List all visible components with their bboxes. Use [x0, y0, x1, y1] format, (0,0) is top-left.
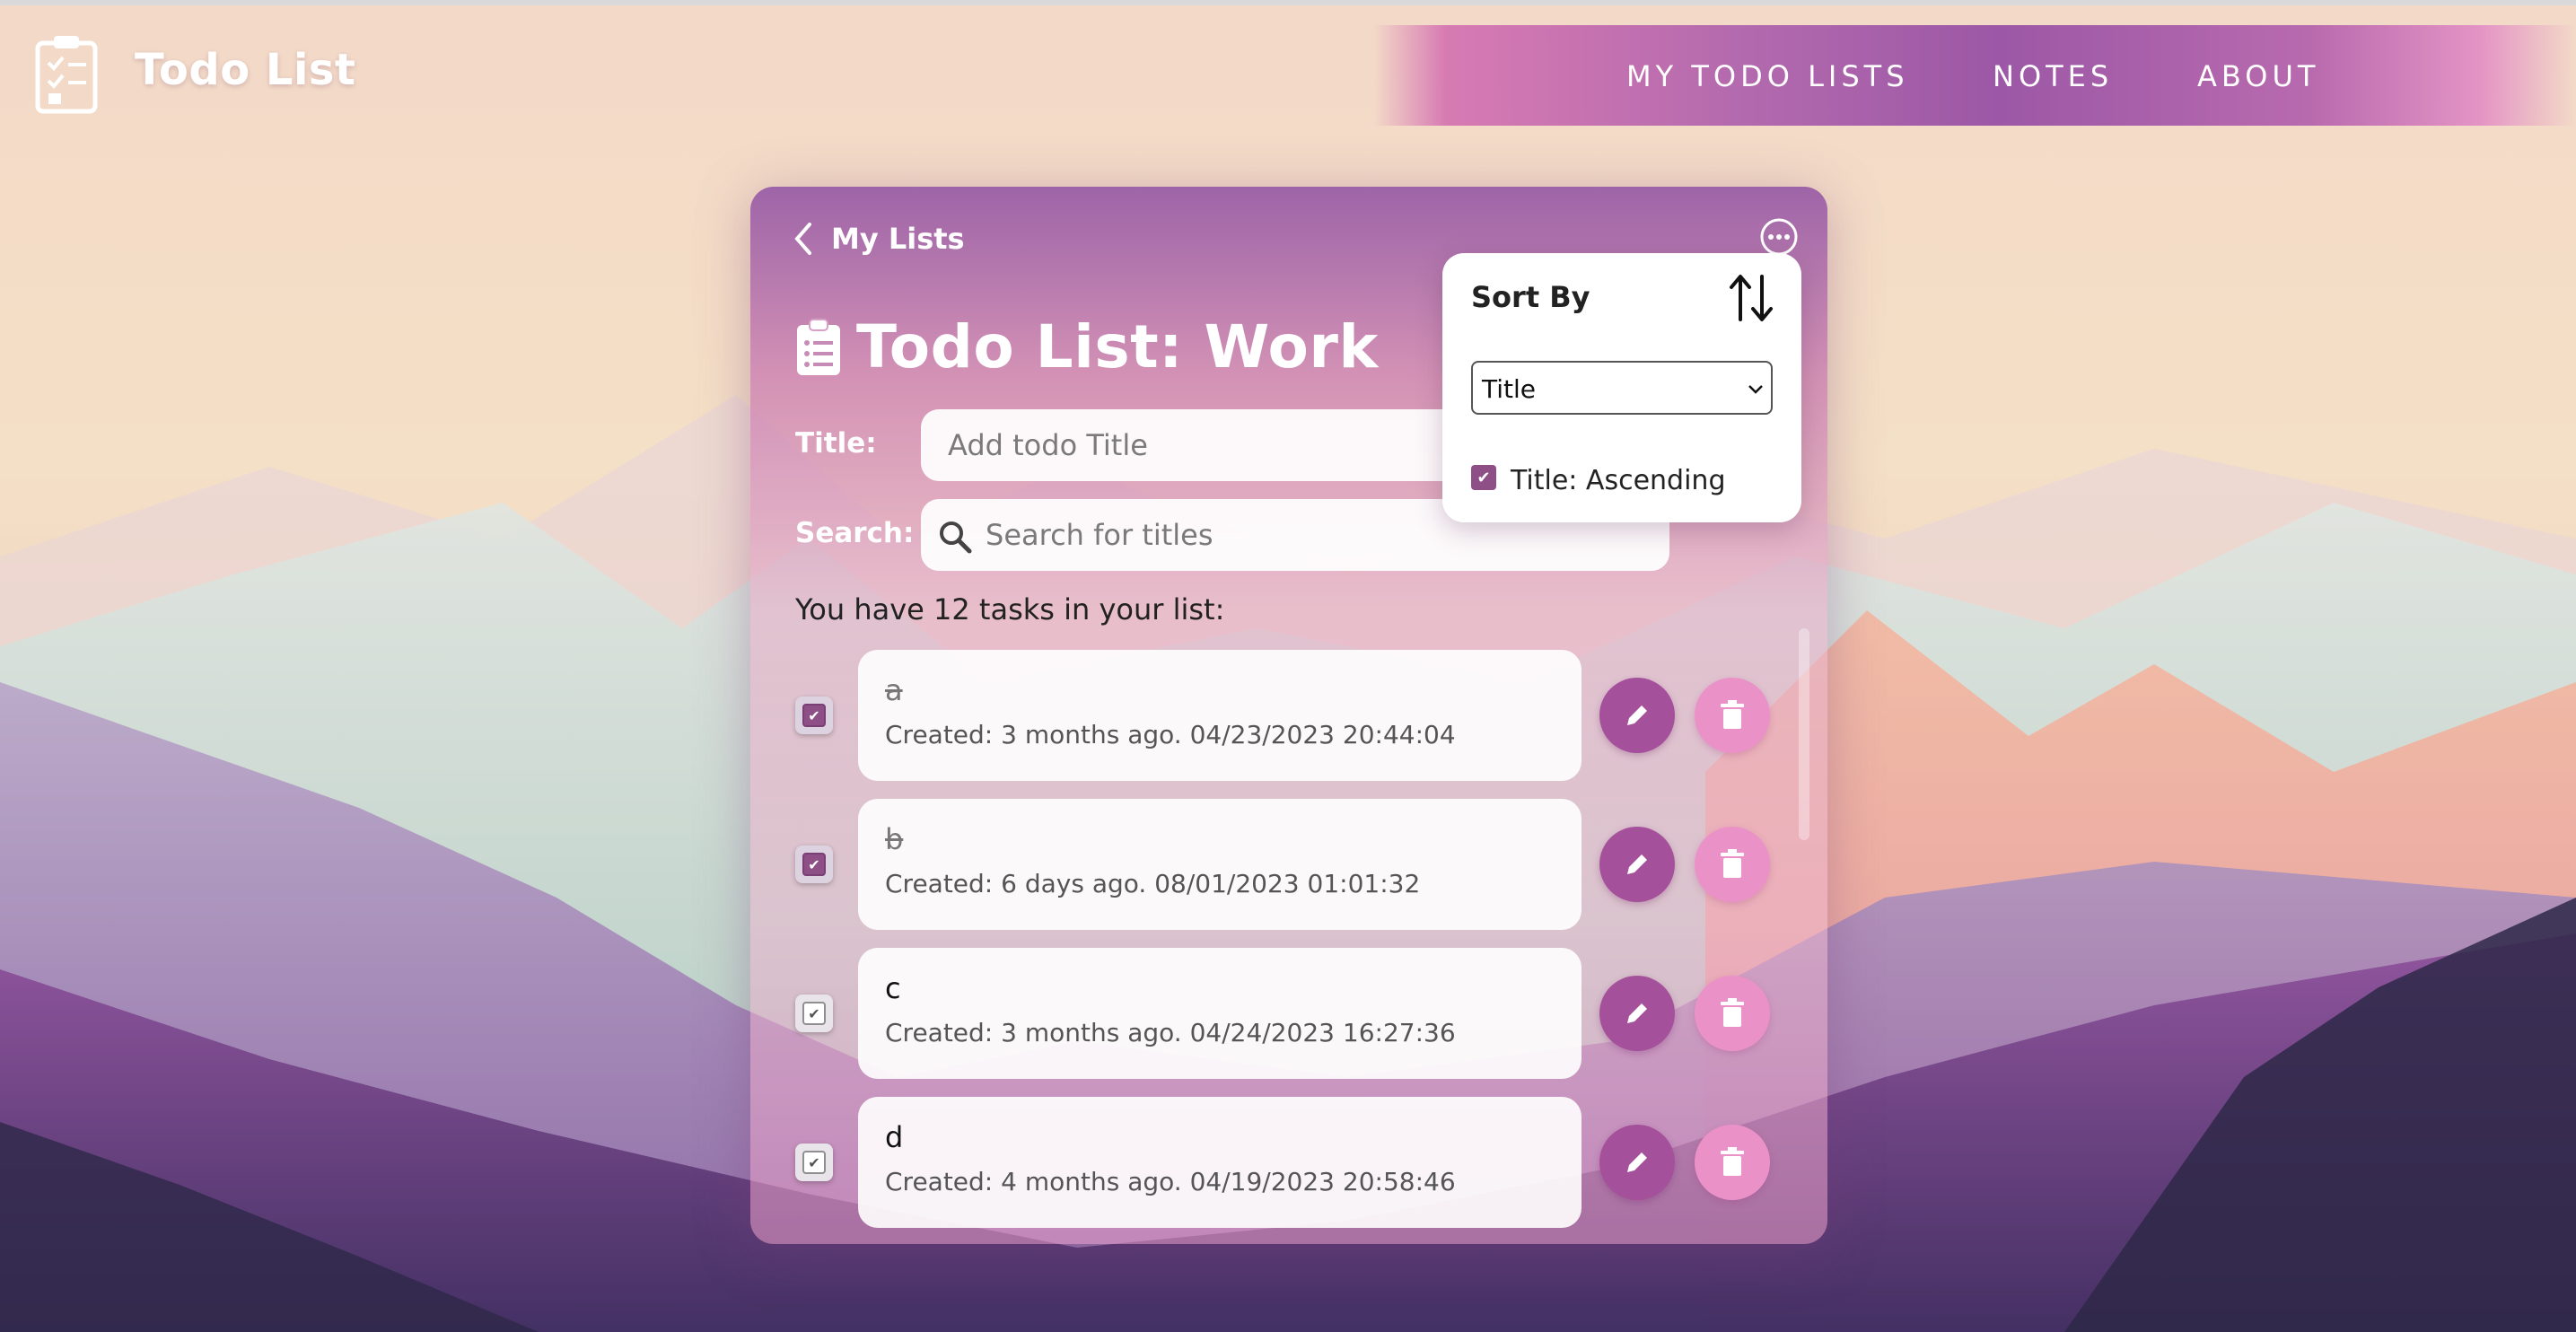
todo-item[interactable]: c Created: 3 months ago. 04/24/2023 16:2… — [858, 948, 1582, 1079]
trash-icon — [1721, 1147, 1744, 1176]
todo-row: ✔ c Created: 3 months ago. 04/24/2023 16… — [750, 948, 1827, 1079]
edit-button[interactable] — [1599, 678, 1675, 753]
back-label: My Lists — [831, 222, 965, 256]
list-heading: Todo List: Work — [856, 312, 1379, 381]
task-count: You have 12 tasks in your list: — [795, 592, 1225, 627]
sort-field-select[interactable]: Title — [1471, 361, 1773, 415]
todo-row: ✔ d Created: 4 months ago. 04/19/2023 20… — [750, 1097, 1827, 1228]
todo-title: d — [885, 1120, 904, 1154]
delete-button[interactable] — [1695, 678, 1770, 753]
todo-created: Created: 6 days ago. 08/01/2023 01:01:32 — [885, 869, 1421, 898]
pencil-icon — [1627, 1003, 1647, 1023]
todo-item[interactable]: b Created: 6 days ago. 08/01/2023 01:01:… — [858, 799, 1582, 930]
search-icon — [940, 521, 972, 554]
nav-notes[interactable]: NOTES — [1993, 59, 2113, 93]
pencil-icon — [1627, 1152, 1647, 1172]
sort-direction-icon[interactable] — [1728, 273, 1774, 323]
chevron-left-icon — [794, 223, 811, 255]
back-to-lists-button[interactable]: My Lists — [793, 221, 965, 257]
clipboard-list-icon — [797, 318, 840, 375]
sort-field-value: Title — [1482, 374, 1537, 404]
todo-item[interactable]: d Created: 4 months ago. 04/19/2023 20:5… — [858, 1097, 1582, 1228]
edit-button[interactable] — [1599, 976, 1675, 1051]
todo-checkbox[interactable]: ✔ — [795, 1144, 833, 1181]
todo-created: Created: 4 months ago. 04/19/2023 20:58:… — [885, 1167, 1456, 1196]
search-label: Search: — [795, 517, 915, 549]
todo-title: c — [885, 971, 901, 1005]
edit-button[interactable] — [1599, 1125, 1675, 1200]
delete-button[interactable] — [1695, 976, 1770, 1051]
pencil-icon — [1627, 705, 1647, 725]
page-title: Todo List: Work — [795, 312, 1379, 381]
ascending-checkbox[interactable]: ✔ — [1471, 465, 1496, 490]
nav-my-todo-lists[interactable]: MY TODO LISTS — [1626, 59, 1909, 93]
trash-icon — [1721, 998, 1744, 1027]
edit-button[interactable] — [1599, 827, 1675, 902]
trash-icon — [1721, 700, 1744, 729]
todo-row: ✔ a Created: 3 months ago. 04/23/2023 20… — [750, 650, 1827, 781]
top-nav: MY TODO LISTS NOTES ABOUT — [1373, 25, 2576, 126]
todo-checkbox[interactable]: ✔ — [795, 995, 833, 1032]
more-options-icon[interactable] — [1759, 217, 1799, 257]
todo-created: Created: 3 months ago. 04/23/2023 20:44:… — [885, 720, 1456, 749]
todo-checkbox[interactable]: ✔ — [795, 846, 833, 883]
delete-button[interactable] — [1695, 827, 1770, 902]
delete-button[interactable] — [1695, 1125, 1770, 1200]
chevron-down-icon — [1748, 385, 1763, 394]
title-label: Title: — [795, 427, 877, 460]
sort-popover: Sort By Title ✔ Title: Ascending — [1442, 253, 1801, 522]
todo-title: a — [885, 673, 903, 707]
nav-about[interactable]: ABOUT — [2197, 59, 2319, 93]
todo-created: Created: 3 months ago. 04/24/2023 16:27:… — [885, 1018, 1456, 1047]
app-title[interactable]: Todo List — [135, 45, 355, 95]
trash-icon — [1721, 849, 1744, 878]
pencil-icon — [1627, 854, 1647, 874]
sort-by-title: Sort By — [1471, 280, 1590, 314]
clipboard-check-icon[interactable] — [34, 34, 99, 115]
todo-checkbox[interactable]: ✔ — [795, 697, 833, 734]
todo-item[interactable]: a Created: 3 months ago. 04/23/2023 20:4… — [858, 650, 1582, 781]
ascending-label[interactable]: Title: Ascending — [1511, 465, 1726, 496]
todo-row: ✔ b Created: 6 days ago. 08/01/2023 01:0… — [750, 799, 1827, 930]
todo-title: b — [885, 822, 904, 856]
top-border — [0, 0, 2576, 5]
